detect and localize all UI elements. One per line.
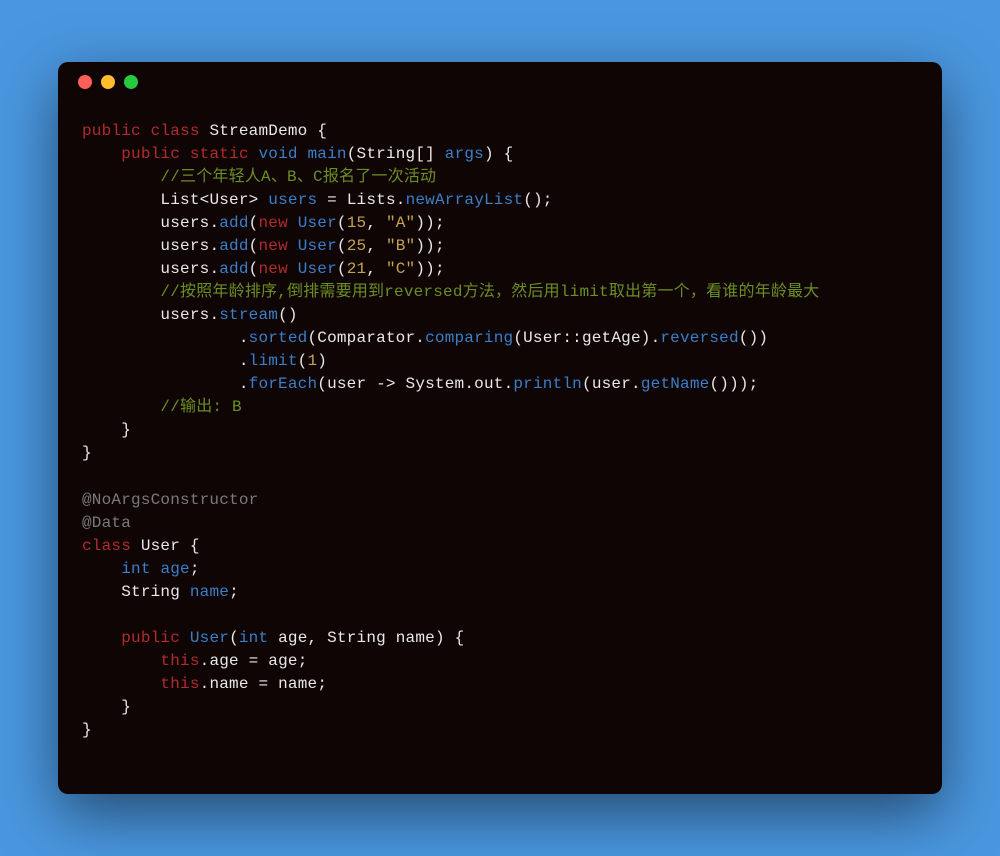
- minimize-icon[interactable]: [101, 75, 115, 89]
- window-titlebar: [58, 62, 942, 102]
- type-lists: Lists: [347, 191, 396, 209]
- method-stream: stream: [219, 306, 278, 324]
- param-age: age: [278, 629, 307, 647]
- classname: User: [141, 537, 180, 555]
- type-user: User: [209, 191, 248, 209]
- type-system: System: [406, 375, 465, 393]
- type-int: int: [121, 560, 150, 578]
- keyword-public: public: [121, 145, 180, 163]
- keyword-public: public: [121, 629, 180, 647]
- comment-line: //按照年龄排序,倒排需要用到reversed方法，然后用limit取出第一个，…: [160, 283, 819, 301]
- method-sorted: sorted: [249, 329, 308, 347]
- keyword-this: this: [160, 675, 199, 693]
- type-comparator: Comparator: [317, 329, 415, 347]
- keyword-this: this: [160, 652, 199, 670]
- type-string: String: [357, 145, 416, 163]
- keyword-new: new: [258, 214, 287, 232]
- string: "C": [386, 260, 415, 278]
- keyword-new: new: [258, 237, 287, 255]
- param-name: name: [396, 629, 435, 647]
- method-reversed: reversed: [660, 329, 738, 347]
- var-users: users: [160, 306, 209, 324]
- string: "A": [386, 214, 415, 232]
- code-content: public class StreamDemo { public static …: [58, 102, 942, 760]
- ctor-user: User: [298, 214, 337, 232]
- type-string: String: [327, 629, 386, 647]
- var-users: users: [160, 260, 209, 278]
- method-newarraylist: newArrayList: [406, 191, 524, 209]
- type-list: List: [160, 191, 199, 209]
- annotation: @NoArgsConstructor: [82, 491, 258, 509]
- method-foreach: forEach: [249, 375, 318, 393]
- param-name: name: [278, 675, 317, 693]
- classname: StreamDemo: [209, 122, 307, 140]
- field-age: age: [209, 652, 238, 670]
- var-users: users: [160, 237, 209, 255]
- comment-line: //三个年轻人A、B、C报名了一次活动: [160, 168, 436, 186]
- method-println: println: [513, 375, 582, 393]
- keyword-void: void: [258, 145, 297, 163]
- param-user: user: [327, 375, 366, 393]
- ctor-user: User: [190, 629, 229, 647]
- method-main: main: [308, 145, 347, 163]
- keyword-new: new: [258, 260, 287, 278]
- method-add: add: [219, 260, 248, 278]
- method-getname: getName: [641, 375, 710, 393]
- method-comparing: comparing: [425, 329, 513, 347]
- keyword-static: static: [190, 145, 249, 163]
- ctor-user: User: [298, 260, 337, 278]
- field-name: name: [190, 583, 229, 601]
- keyword-public: public: [82, 122, 141, 140]
- type-user: User: [523, 329, 562, 347]
- number: 21: [347, 260, 367, 278]
- number: 15: [347, 214, 367, 232]
- comment-line: //输出: B: [160, 398, 241, 416]
- close-icon[interactable]: [78, 75, 92, 89]
- method-add: add: [219, 237, 248, 255]
- method-limit: limit: [249, 352, 298, 370]
- number: 25: [347, 237, 367, 255]
- ctor-user: User: [298, 237, 337, 255]
- param-args: args: [445, 145, 484, 163]
- method-getage: getAge: [582, 329, 641, 347]
- field-out: out: [474, 375, 503, 393]
- var-users: users: [160, 214, 209, 232]
- string: "B": [386, 237, 415, 255]
- keyword-class: class: [151, 122, 200, 140]
- type-string: String: [121, 583, 180, 601]
- type-int: int: [239, 629, 268, 647]
- annotation: @Data: [82, 514, 131, 532]
- param-age: age: [268, 652, 297, 670]
- var-users: users: [268, 191, 317, 209]
- field-age: age: [160, 560, 189, 578]
- maximize-icon[interactable]: [124, 75, 138, 89]
- number: 1: [307, 352, 317, 370]
- code-window: public class StreamDemo { public static …: [58, 62, 942, 794]
- param-user: user: [592, 375, 631, 393]
- method-add: add: [219, 214, 248, 232]
- keyword-class: class: [82, 537, 131, 555]
- field-name: name: [209, 675, 248, 693]
